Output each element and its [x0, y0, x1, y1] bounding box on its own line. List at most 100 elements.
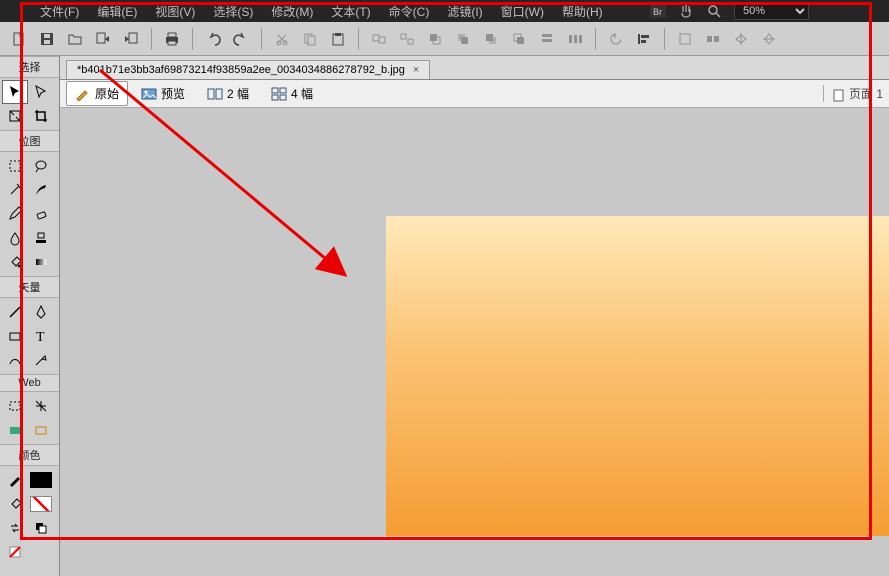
slice-tool[interactable]: [28, 394, 54, 418]
export-button[interactable]: [120, 28, 142, 50]
document-tab[interactable]: *b401b71e3bb3af69873214f93859a2ee_003403…: [66, 60, 430, 79]
ungroup-button[interactable]: [396, 28, 418, 50]
page-indicator[interactable]: 页面 1: [823, 85, 883, 102]
search-icon[interactable]: [706, 3, 722, 19]
view-tab-label: 原始: [95, 85, 119, 102]
canvas-image[interactable]: [386, 216, 889, 536]
flatten-button[interactable]: [674, 28, 696, 50]
save-button[interactable]: [36, 28, 58, 50]
menu-edit[interactable]: 编辑(E): [97, 3, 137, 20]
import-button[interactable]: [92, 28, 114, 50]
svg-text:Br: Br: [653, 7, 662, 17]
crop-tool[interactable]: [28, 104, 54, 128]
main-toolbar: [0, 22, 889, 56]
hide-slice-button[interactable]: [2, 418, 28, 442]
subselect-tool[interactable]: [28, 80, 54, 104]
pencil-icon: [75, 87, 91, 101]
close-tab-button[interactable]: ×: [413, 64, 419, 76]
bring-front-button[interactable]: [424, 28, 446, 50]
stroke-color-swatch[interactable]: [28, 468, 54, 492]
zoom-select[interactable]: 50%: [734, 2, 809, 20]
pointer-tool[interactable]: [2, 80, 28, 104]
swap-colors-button[interactable]: [2, 516, 28, 540]
canvas-area[interactable]: [60, 108, 889, 576]
print-button[interactable]: [161, 28, 183, 50]
view-tab-original[interactable]: 原始: [66, 81, 128, 106]
section-bitmap-label: 位图: [0, 130, 59, 152]
menu-file[interactable]: 文件(F): [40, 3, 79, 20]
menu-modify[interactable]: 修改(M): [271, 3, 313, 20]
flip-h-button[interactable]: [730, 28, 752, 50]
scale-tool[interactable]: [2, 104, 28, 128]
copy-button[interactable]: [299, 28, 321, 50]
blur-tool[interactable]: [2, 226, 28, 250]
menu-select[interactable]: 选择(S): [213, 3, 253, 20]
tools-panel: 选择 位图 矢量 T Web: [0, 56, 60, 576]
page-icon: [832, 88, 846, 102]
four-up-icon: [271, 87, 287, 101]
paste-button[interactable]: [327, 28, 349, 50]
two-up-icon: [207, 87, 223, 101]
text-tool[interactable]: T: [28, 324, 54, 348]
pencil-tool[interactable]: [2, 202, 28, 226]
svg-text:T: T: [36, 330, 45, 344]
line-tool[interactable]: [2, 300, 28, 324]
brush-tool[interactable]: [28, 178, 54, 202]
send-backward-button[interactable]: [480, 28, 502, 50]
group-button[interactable]: [368, 28, 390, 50]
hand-icon[interactable]: [678, 3, 694, 19]
workspace: *b401b71e3bb3af69873214f93859a2ee_003403…: [60, 56, 889, 576]
wand-tool[interactable]: [2, 178, 28, 202]
page-label: 页面 1: [849, 87, 883, 101]
menu-window[interactable]: 窗口(W): [501, 3, 544, 20]
no-color-button[interactable]: [2, 540, 28, 564]
section-vector-label: 矢量: [0, 276, 59, 298]
menu-filter[interactable]: 滤镜(I): [447, 3, 482, 20]
align-button[interactable]: [536, 28, 558, 50]
show-slice-button[interactable]: [28, 418, 54, 442]
redo-button[interactable]: [230, 28, 252, 50]
view-tab-label: 预览: [161, 85, 185, 102]
distribute-button[interactable]: [564, 28, 586, 50]
knife-tool[interactable]: [28, 348, 54, 372]
menu-text[interactable]: 文本(T): [331, 3, 370, 20]
marquee-tool[interactable]: [2, 154, 28, 178]
view-tab-label: 2 幅: [227, 85, 249, 102]
bridge-icon[interactable]: Br: [650, 4, 666, 18]
send-back-button[interactable]: [508, 28, 530, 50]
menu-help[interactable]: 帮助(H): [562, 3, 603, 20]
gradient-tool[interactable]: [28, 250, 54, 274]
menu-command[interactable]: 命令(C): [389, 3, 430, 20]
pen-tool[interactable]: [28, 300, 54, 324]
view-tabs: 原始 预览 2 幅 4 幅 页面 1: [60, 80, 889, 108]
rectangle-tool[interactable]: [2, 324, 28, 348]
bucket-tool[interactable]: [2, 250, 28, 274]
undo-button[interactable]: [202, 28, 224, 50]
default-colors-button[interactable]: [28, 516, 54, 540]
eraser-tool[interactable]: [28, 202, 54, 226]
document-tabs: *b401b71e3bb3af69873214f93859a2ee_003403…: [60, 56, 889, 80]
view-tab-2up[interactable]: 2 幅: [198, 81, 258, 106]
new-file-button[interactable]: [8, 28, 30, 50]
view-tab-label: 4 幅: [291, 85, 313, 102]
view-tab-preview[interactable]: 预览: [132, 81, 194, 106]
stamp-tool[interactable]: [28, 226, 54, 250]
menu-bar: 文件(F) 编辑(E) 视图(V) 选择(S) 修改(M) 文本(T) 命令(C…: [0, 0, 889, 22]
section-select-label: 选择: [0, 56, 59, 78]
view-tab-4up[interactable]: 4 幅: [262, 81, 322, 106]
cut-button[interactable]: [271, 28, 293, 50]
freeform-tool[interactable]: [2, 348, 28, 372]
main-container: 选择 位图 矢量 T Web: [0, 56, 889, 576]
open-button[interactable]: [64, 28, 86, 50]
bring-forward-button[interactable]: [452, 28, 474, 50]
stroke-color-icon: [2, 468, 28, 492]
flip-v-button[interactable]: [758, 28, 780, 50]
lasso-tool[interactable]: [28, 154, 54, 178]
fill-color-swatch[interactable]: [28, 492, 54, 516]
hotspot-tool[interactable]: [2, 394, 28, 418]
menu-view[interactable]: 视图(V): [155, 3, 195, 20]
section-colors-label: 颜色: [0, 444, 59, 466]
merge-button[interactable]: [702, 28, 724, 50]
rotate-left-button[interactable]: [605, 28, 627, 50]
align-edges-button[interactable]: [633, 28, 655, 50]
